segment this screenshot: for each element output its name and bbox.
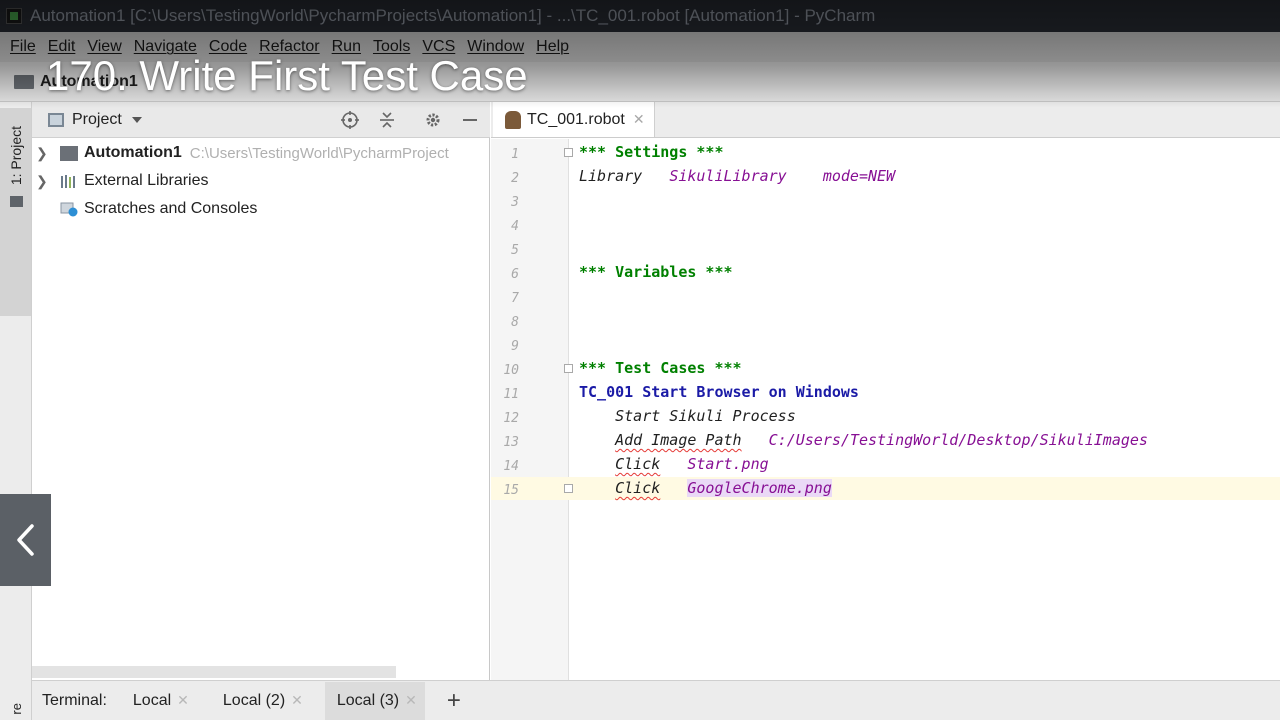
project-panel-title[interactable]: Project xyxy=(72,111,122,129)
tree-item-label: External Libraries xyxy=(84,172,209,189)
code-token: Click xyxy=(615,455,661,473)
code-line: *** Test Cases *** xyxy=(579,359,742,377)
tree-item-external-libraries[interactable]: ❯ External Libraries xyxy=(32,167,209,195)
tree-item-label: Automation1 xyxy=(84,144,182,161)
code-line: TC_001 Start Browser on Windows xyxy=(579,383,859,401)
window-title-bar: Automation1 [C:\Users\TestingWorld\Pycha… xyxy=(0,0,1280,32)
line-number: 5 xyxy=(511,243,519,258)
line-number: 10 xyxy=(503,363,519,378)
project-panel-header: Project xyxy=(32,102,490,138)
project-tool-tab-label: 1: Project xyxy=(8,126,24,186)
folder-icon xyxy=(14,74,34,89)
code-token: Library xyxy=(579,167,670,185)
code-token: Add Image Path xyxy=(615,431,742,449)
tree-item-path: C:\Users\TestingWorld\PycharmProject xyxy=(189,144,449,162)
terminal-tab-local-3[interactable]: Local (3) ✕ xyxy=(324,681,425,720)
menu-help[interactable]: Help xyxy=(536,38,569,56)
folder-icon xyxy=(10,196,23,207)
chevron-down-icon[interactable] xyxy=(131,116,142,123)
line-number: 12 xyxy=(503,411,519,426)
code-line: Add Image Path C:/Users/TestingWorld/Des… xyxy=(579,431,1148,449)
code-token: Click xyxy=(615,479,661,497)
project-view-icon xyxy=(48,112,64,127)
code-token: C:/Users/TestingWorld/Desktop/SikuliImag… xyxy=(768,431,1148,449)
pycharm-app-icon xyxy=(6,8,22,24)
terminal-tab-label: Local (2) xyxy=(222,691,286,709)
code-token: TC_001 Start Browser on Windows xyxy=(579,383,859,401)
line-number: 2 xyxy=(511,171,519,186)
code-line: Click Start.png xyxy=(579,455,769,473)
code-token: *** Variables *** xyxy=(579,263,733,281)
line-number: 7 xyxy=(511,291,519,306)
line-number: 11 xyxy=(503,387,519,402)
back-button[interactable] xyxy=(0,494,51,586)
code-line: Click GoogleChrome.png xyxy=(579,479,832,497)
tree-item-scratches[interactable]: Scratches and Consoles xyxy=(32,195,257,223)
left-tool-strip: 1: Project xyxy=(0,102,32,720)
locate-icon[interactable] xyxy=(340,110,360,130)
chevron-right-icon[interactable]: ❯ xyxy=(36,173,54,190)
new-terminal-button[interactable]: + xyxy=(447,687,461,715)
robot-file-icon xyxy=(505,110,521,129)
code-token: Start.png xyxy=(687,455,769,473)
fold-marker-icon[interactable] xyxy=(564,484,573,493)
line-number: 8 xyxy=(511,315,519,330)
editor-tab-bar: TC_001.robot ✕ xyxy=(491,102,1280,138)
fold-marker-icon[interactable] xyxy=(564,364,573,373)
chevron-right-icon[interactable]: ❯ xyxy=(36,145,54,162)
line-number: 15 xyxy=(503,483,519,498)
collapse-all-icon[interactable] xyxy=(377,110,397,130)
terminal-tab-local[interactable]: Local ✕ xyxy=(133,682,197,720)
terminal-tab-label: Local (3) xyxy=(336,691,400,709)
menu-file[interactable]: File xyxy=(10,38,36,56)
code-line: *** Settings *** xyxy=(579,143,724,161)
code-line: Start Sikuli Process xyxy=(579,407,796,425)
horizontal-scrollbar[interactable] xyxy=(32,666,396,678)
close-icon[interactable]: ✕ xyxy=(405,692,417,709)
close-icon[interactable]: ✕ xyxy=(177,692,189,709)
project-tool-tab[interactable]: 1: Project xyxy=(0,108,31,316)
line-number: 9 xyxy=(511,339,519,354)
library-icon xyxy=(61,174,75,188)
window-title: Automation1 [C:\Users\TestingWorld\Pycha… xyxy=(30,6,876,25)
line-number: 6 xyxy=(511,267,519,282)
minimize-icon[interactable] xyxy=(460,110,480,130)
gear-icon[interactable] xyxy=(423,110,443,130)
tab-label: TC_001.robot xyxy=(527,110,625,128)
tab-tc001-robot[interactable]: TC_001.robot ✕ xyxy=(493,102,655,137)
terminal-label: Terminal: xyxy=(42,691,107,709)
video-title: 170. Write First Test Case xyxy=(46,52,528,99)
code-token: *** Test Cases *** xyxy=(579,359,742,377)
code-token: SikuliLibrary mode=NEW xyxy=(669,167,896,185)
line-number: 13 xyxy=(503,435,519,450)
line-number: 1 xyxy=(511,147,519,162)
code-line: Library SikuliLibrary mode=NEW xyxy=(579,167,895,185)
project-panel: Project ❯ Automation1 C:\Users\TestingWo… xyxy=(32,102,490,680)
code-token: GoogleChrome.png xyxy=(687,479,832,497)
code-token: Start Sikuli Process xyxy=(579,407,796,425)
code-token: *** Settings *** xyxy=(579,143,724,161)
fold-marker-icon[interactable] xyxy=(564,148,573,157)
code-line: *** Variables *** xyxy=(579,263,733,281)
tree-item-label: Scratches and Consoles xyxy=(84,200,258,217)
terminal-tab-label: Local xyxy=(132,691,172,709)
close-icon[interactable]: ✕ xyxy=(633,111,645,128)
terminal-tab-local-2[interactable]: Local (2) ✕ xyxy=(223,682,311,720)
line-number: 4 xyxy=(511,219,519,234)
folder-icon xyxy=(60,145,78,161)
close-icon[interactable]: ✕ xyxy=(291,692,303,709)
structure-tool-tab-label[interactable]: re xyxy=(9,703,24,715)
scratches-icon xyxy=(60,202,78,216)
chevron-left-icon xyxy=(16,524,34,556)
terminal-tab-bar: Terminal: Local ✕ Local (2) ✕ Local (3) … xyxy=(32,680,1280,720)
line-number: 3 xyxy=(511,195,519,210)
tree-item-automation1[interactable]: ❯ Automation1 C:\Users\TestingWorld\Pych… xyxy=(32,139,449,167)
line-number: 14 xyxy=(503,459,519,474)
